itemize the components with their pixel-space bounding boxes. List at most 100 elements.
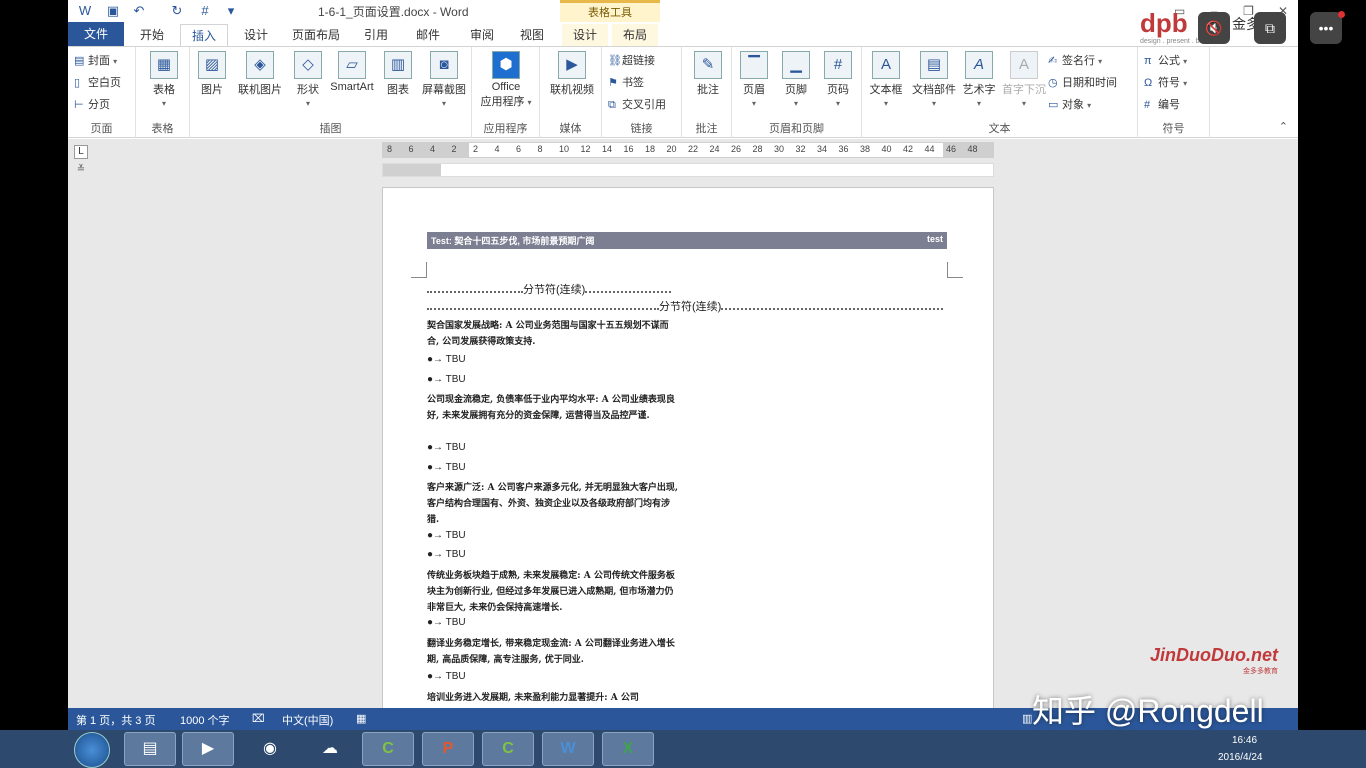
body-paragraph[interactable]: 培训业务进入发展期, 未来盈利能力显著提升: A 公司 <box>427 690 679 706</box>
undo-icon[interactable]: ↶ <box>130 2 148 20</box>
page-break-icon: ⊢ <box>74 99 84 111</box>
macro-record-icon[interactable]: ▦ <box>356 712 366 725</box>
office-apps-button[interactable]: ⬢ Office 应用程序 ▾ <box>478 51 534 109</box>
cover-page-button[interactable]: ▤ 封面 ▾ <box>74 51 117 71</box>
bullet-item[interactable]: ●→ TBU <box>427 671 466 682</box>
body-paragraph[interactable]: 传统业务板块趋于成熟, 未来发展稳定: A 公司传统文件服务板块主为创新行业, … <box>427 568 679 616</box>
taskbar-word-icon[interactable]: W <box>542 732 594 766</box>
document-page[interactable]: Test: 契合十四五步伐, 市场前景预期广阔 test 分节符(连续) 分节符… <box>382 187 994 717</box>
equation-button[interactable]: π 公式 ▾ <box>1144 51 1187 71</box>
taskbar-camtasia-recorder-icon[interactable]: C <box>482 732 534 766</box>
taskbar-chrome-icon[interactable]: ◉ <box>244 732 296 766</box>
tab-references[interactable]: 引用 <box>352 24 400 46</box>
footer-button[interactable]: ▁ 页脚 ▾ <box>774 51 818 109</box>
popout-icon[interactable]: ⧉ <box>1254 12 1286 44</box>
bullet-item[interactable]: ●→ TBU <box>427 462 466 473</box>
group-apps: ⬢ Office 应用程序 ▾ 应用程序 <box>472 47 540 138</box>
ruler-strip <box>382 163 994 177</box>
ruler-tick-label: 44 <box>924 144 935 154</box>
bullet-item[interactable]: ●→ TBU <box>427 374 466 385</box>
more-options-icon[interactable]: ••• <box>1310 12 1342 44</box>
tab-page-layout[interactable]: 页面布局 <box>284 24 348 46</box>
table-button[interactable]: ▦ 表格 ▾ <box>136 51 192 109</box>
table-label: 表格 <box>153 84 175 96</box>
quick-parts-button[interactable]: ▤ 文档部件 ▾ <box>906 51 962 109</box>
taskbar-explorer-icon[interactable]: ▤ <box>124 732 176 766</box>
clock-date[interactable]: 2016/4/24 <box>1218 752 1263 763</box>
bullet-item[interactable]: ●→ TBU <box>427 354 466 365</box>
tab-insert[interactable]: 插入 <box>180 24 228 46</box>
body-paragraph[interactable]: 公司现金流稳定, 负债率低于业内平均水平: A 公司业绩表现良好, 未来发展拥有… <box>427 392 679 424</box>
clock-time[interactable]: 16:46 <box>1232 735 1257 746</box>
tab-design[interactable]: 设计 <box>232 24 280 46</box>
tab-mailings[interactable]: 邮件 <box>404 24 452 46</box>
bullet-item[interactable]: ●→ TBU <box>427 530 466 541</box>
page-count[interactable]: 第 1 页，共 3 页 <box>76 712 155 728</box>
signature-line-button[interactable]: ✍ 签名行 ▾ <box>1048 51 1102 71</box>
page-number-button[interactable]: # 页码 ▾ <box>816 51 860 109</box>
hyperlink-button[interactable]: ⛓超链接 <box>608 51 655 71</box>
table-tools-context-title: 表格工具 <box>560 0 660 22</box>
ruler-tick-label: 18 <box>645 144 656 154</box>
taskbar-powerpoint-icon[interactable]: P <box>422 732 474 766</box>
collapse-ribbon-icon[interactable]: ⌃ <box>1279 120 1288 133</box>
dropcap-button[interactable]: A 首字下沉 ▾ <box>996 51 1052 109</box>
online-video-icon: ▶ <box>558 51 586 79</box>
online-picture-button[interactable]: ◈ 联机图片 <box>232 51 288 97</box>
start-button[interactable] <box>74 732 110 768</box>
textbox-button[interactable]: A 文本框 ▾ <box>862 51 910 109</box>
taskbar-cloud-icon[interactable]: ☁ <box>304 732 356 766</box>
body-paragraph[interactable]: 客户来源广泛: A 公司客户来源多元化, 并无明显独大客户出现, 客户结构合理国… <box>427 480 679 528</box>
comment-icon: ✎ <box>694 51 722 79</box>
picture-button[interactable]: ▨ 图片 <box>192 51 232 97</box>
ruler-tick-label: 4 <box>430 144 436 154</box>
chart-button[interactable]: ▥ 图表 <box>378 51 418 97</box>
word-count[interactable]: 1000 个字 <box>180 712 230 728</box>
margin-corner-right <box>947 262 963 278</box>
customize-qat-icon[interactable]: ▾ <box>222 2 240 20</box>
read-mode-icon[interactable]: ▥ <box>1022 712 1032 725</box>
tab-review[interactable]: 审阅 <box>458 24 506 46</box>
wordart-button[interactable]: A 艺术字 ▾ <box>958 51 1000 109</box>
ruler-tick-label: 6 <box>516 144 522 154</box>
save-icon[interactable]: ▣ <box>104 2 122 20</box>
object-button[interactable]: ▭ 对象 ▾ <box>1048 95 1091 115</box>
symbol-button[interactable]: Ω 符号 ▾ <box>1144 73 1187 93</box>
tab-home[interactable]: 开始 <box>128 24 176 46</box>
screenshot-button[interactable]: ◙ 屏幕截图 ▾ <box>416 51 472 109</box>
tab-selector-icon[interactable]: L <box>74 145 88 159</box>
language-indicator[interactable]: 中文(中国) <box>282 712 333 728</box>
cross-reference-button[interactable]: ⧉ 交叉引用 <box>608 95 666 115</box>
tab-table-layout[interactable]: 布局 <box>612 24 658 46</box>
group-illustrations-label: 插图 <box>319 123 342 135</box>
mute-icon[interactable]: 🔇 <box>1198 12 1230 44</box>
page-break-button[interactable]: ⊢ 分页 <box>74 95 110 115</box>
online-video-button[interactable]: ▶ 联机视频 <box>544 51 600 97</box>
bullet-item[interactable]: ●→ TBU <box>427 617 466 628</box>
tab-table-design[interactable]: 设计 <box>562 24 608 46</box>
number-button[interactable]: # 编号 <box>1144 95 1180 115</box>
shapes-button[interactable]: ◇ 形状 ▾ <box>288 51 328 109</box>
touch-mode-icon[interactable]: # <box>196 2 214 20</box>
bullet-text: TBU <box>445 462 466 473</box>
blank-page-button[interactable]: ▯ 空白页 <box>74 73 121 93</box>
tab-file[interactable]: 文件 <box>68 22 124 46</box>
taskbar-player-icon[interactable]: ▶ <box>182 732 234 766</box>
bullet-item[interactable]: ●→ TBU <box>427 442 466 453</box>
body-paragraph[interactable]: 契合国家发展战略: A 公司业务范围与国家十五五规划不谋而合, 公司发展获得政策… <box>427 318 679 350</box>
tab-view[interactable]: 视图 <box>508 24 556 46</box>
bookmark-button[interactable]: ⚑ 书签 <box>608 73 644 93</box>
comment-button[interactable]: ✎ 批注 <box>680 51 736 97</box>
horizontal-ruler[interactable]: 8 6 4 2 2 4 6 8 10 12 14 16 18 20 22 24 26 28 30 32 34 36 38 40… <box>382 142 994 158</box>
smartart-button[interactable]: ▱ SmartArt <box>324 51 380 93</box>
taskbar-camtasia-icon[interactable]: C <box>362 732 414 766</box>
page-header-bar[interactable]: Test: 契合十四五步伐, 市场前景预期广阔 test <box>427 232 947 249</box>
date-time-button[interactable]: ◷ 日期和时间 <box>1048 73 1117 93</box>
office-apps-label-1: Office <box>491 81 521 93</box>
header-button[interactable]: ▔ 页眉 ▾ <box>732 51 776 109</box>
taskbar-excel-icon[interactable]: X <box>602 732 654 766</box>
proofing-icon[interactable]: ⌧ <box>252 712 265 725</box>
redo-icon[interactable]: ↻ <box>168 2 186 20</box>
body-paragraph[interactable]: 翻译业务稳定增长, 带来稳定现金流: A 公司翻译业务进入增长期, 高品质保障,… <box>427 636 679 668</box>
bullet-item[interactable]: ●→ TBU <box>427 549 466 560</box>
